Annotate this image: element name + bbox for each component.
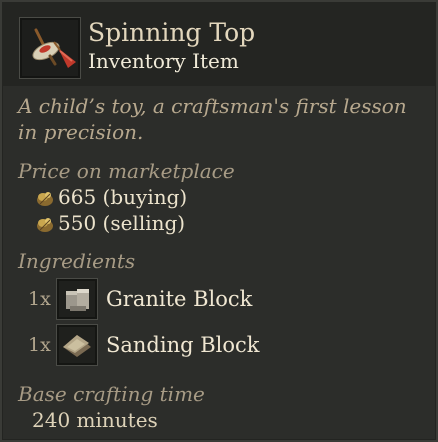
ingredient-row: 1x Granite Block [28, 278, 252, 320]
item-title: Spinning Top [88, 18, 256, 47]
ingredient-name: Granite Block [106, 287, 253, 311]
item-description: A child’s toy, a craftsman's first lesso… [18, 94, 407, 144]
crafting-time-value: 240 minutes [32, 408, 158, 432]
sanding-block-icon [56, 324, 98, 366]
item-tooltip: Spinning Top Inventory Item A child’s to… [0, 0, 438, 442]
ingredients-label: Ingredients [18, 249, 136, 273]
buying-price: 665 (buying) [34, 185, 187, 209]
ingredient-qty: 1x [28, 288, 51, 310]
selling-price-value: 550 (selling) [58, 211, 186, 235]
ingredient-name: Sanding Block [106, 333, 260, 357]
buying-price-value: 665 (buying) [58, 185, 188, 209]
granite-block-icon [56, 278, 98, 320]
spinning-top-icon [19, 17, 81, 79]
ingredient-qty: 1x [28, 334, 51, 356]
coin-pouch-icon [37, 218, 53, 232]
coin-pouch-icon [37, 192, 53, 206]
crafting-time-label: Base crafting time [18, 382, 205, 406]
selling-price: 550 (selling) [34, 211, 185, 235]
price-label: Price on marketplace [18, 159, 235, 183]
item-type: Inventory Item [88, 49, 239, 73]
ingredient-row: 1x Sanding Block [28, 324, 260, 366]
